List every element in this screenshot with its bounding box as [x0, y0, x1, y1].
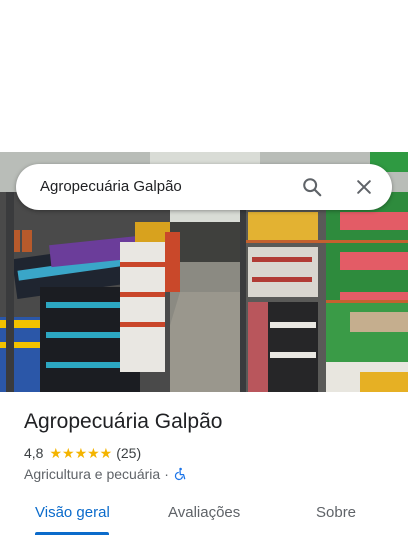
review-count[interactable]: (25): [116, 445, 141, 461]
tab-about[interactable]: Sobre: [316, 504, 356, 521]
close-button[interactable]: [350, 173, 378, 201]
tab-bar: Visão geral Avaliações Sobre: [0, 494, 408, 536]
tab-overview[interactable]: Visão geral: [35, 504, 110, 521]
rating-value: 4,8: [24, 445, 44, 461]
active-tab-indicator: [35, 532, 109, 535]
blank-header-area: [0, 0, 408, 152]
wheelchair-icon[interactable]: [173, 467, 187, 481]
search-button[interactable]: [298, 173, 326, 201]
category-row: Agricultura e pecuária ·: [24, 465, 187, 483]
search-bar[interactable]: Agropecuária Galpão: [16, 164, 392, 210]
place-category[interactable]: Agricultura e pecuária: [24, 466, 160, 482]
rating-row[interactable]: 4,8 ★★★★★ (25): [24, 444, 141, 462]
close-icon: [357, 180, 371, 194]
tab-reviews[interactable]: Avaliações: [168, 504, 240, 521]
separator-dot: ·: [164, 466, 169, 482]
search-icon: [303, 178, 322, 197]
search-query-text[interactable]: Agropecuária Galpão: [40, 178, 182, 195]
star-rating: ★★★★★: [49, 444, 113, 461]
place-title: Agropecuária Galpão: [24, 410, 223, 433]
